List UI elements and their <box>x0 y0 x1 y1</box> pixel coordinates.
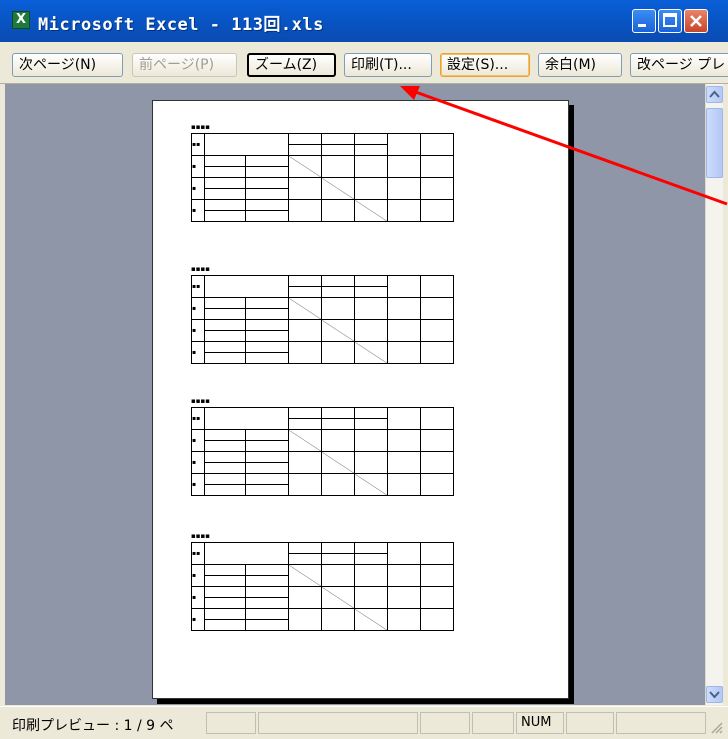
status-panel <box>472 712 514 734</box>
resize-grip-icon[interactable] <box>710 721 724 735</box>
annotation-arrow <box>400 86 728 206</box>
status-text: 印刷プレビュー : 1 / 9 ペ <box>12 718 174 734</box>
status-panel <box>616 712 706 734</box>
status-panel <box>206 712 256 734</box>
status-panel <box>566 712 614 734</box>
status-bar: 印刷プレビュー : 1 / 9 ペ NUM <box>0 706 728 739</box>
num-lock-indicator: NUM <box>516 712 564 734</box>
status-panel <box>258 712 418 734</box>
arrow-line <box>409 88 728 206</box>
status-panel <box>420 712 470 734</box>
arrow-head <box>400 86 420 100</box>
